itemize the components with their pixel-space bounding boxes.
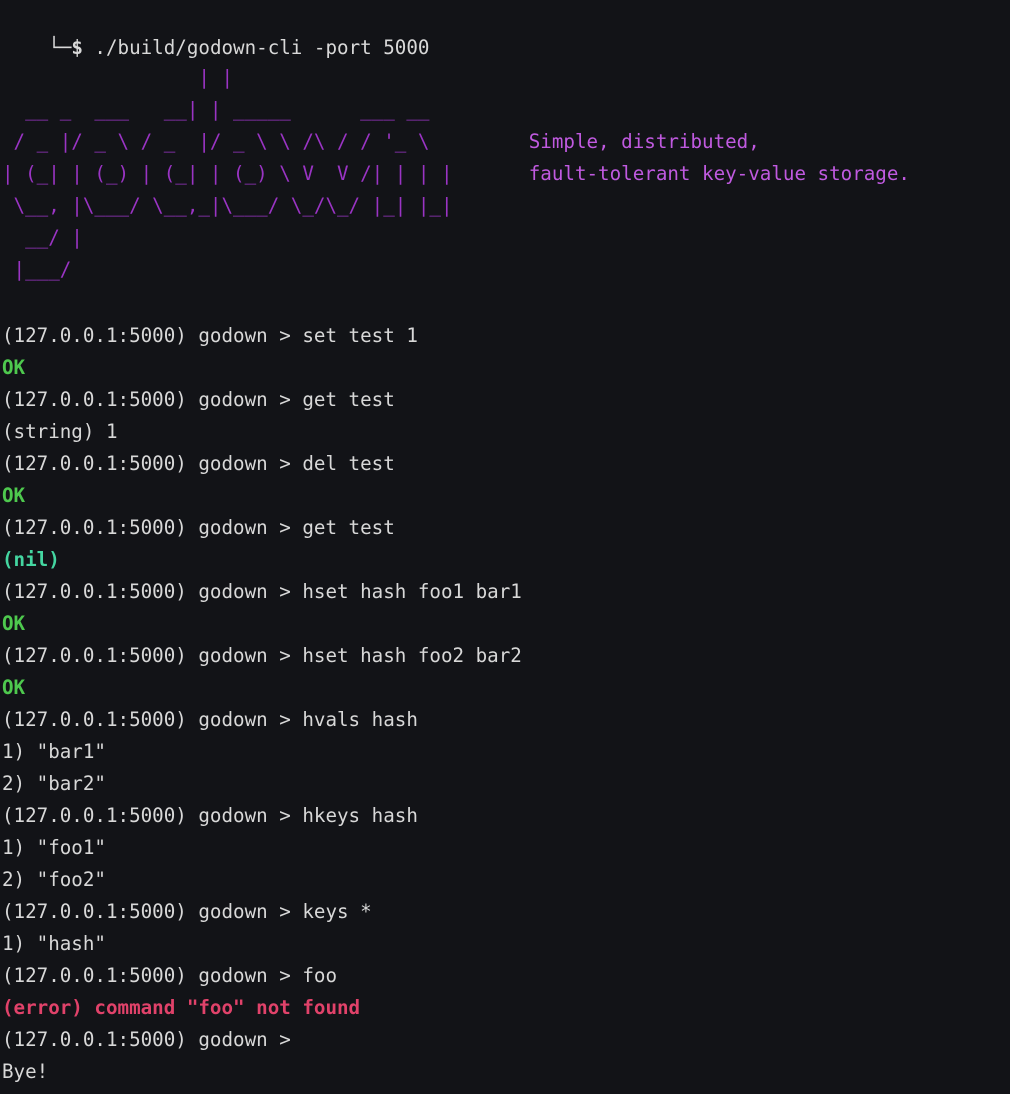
output-line-text: Bye! [2,1060,49,1083]
ok-response-line-text: OK [2,612,26,635]
prompt-line-text: (127.0.0.1:5000) godown > keys * [2,900,372,923]
ok-response-line-text: OK [2,484,26,507]
prompt-line[interactable]: (127.0.0.1:5000) godown > hset hash foo1… [2,576,522,608]
ok-response-line-text: OK [2,356,26,379]
banner-art-row: / _ |/ _ \ / _ |/ _ \ \ /\ / / '_ \ Simpl… [2,126,760,158]
banner-tagline-line: Simple, distributed, [528,130,760,153]
prompt-line[interactable]: (127.0.0.1:5000) godown > hset hash foo2… [2,640,522,672]
banner-art-row: __/ | [2,222,453,254]
prompt-line-text: (127.0.0.1:5000) godown > del test [2,452,395,475]
shell-command-text: ./build/godown-cli -port 5000 [82,36,430,59]
output-line-text: 1) "bar1" [2,740,106,763]
terminal-window[interactable]: └─$ ./build/godown-cli -port 5000 | | __… [0,0,1010,1094]
ok-response-line-text: OK [2,676,26,699]
output-line: 2) "foo2" [2,864,522,896]
banner-art-row: |___/ [2,254,453,286]
ascii-art-banner: | | __ _ ___ __| | _____ ___ __ / _ |/ _… [2,62,910,286]
shell-command-line: └─$ ./build/godown-cli -port 5000 [2,0,429,59]
prompt-line-text: (127.0.0.1:5000) godown > set test 1 [2,324,418,347]
banner-art-row: | (_| | (_) | (_| | (_) \ V V /| | | | fa… [2,158,910,190]
error-response-line-text: (error) command "foo" not found [2,996,361,1019]
prompt-line[interactable]: (127.0.0.1:5000) godown > foo [2,960,522,992]
prompt-line[interactable]: (127.0.0.1:5000) godown > set test 1 [2,320,522,352]
output-line-text: 2) "foo2" [2,868,106,891]
banner-art-text: __ _ ___ __| | _____ ___ __ [2,98,430,121]
banner-art-text: |___/ [2,258,72,281]
prompt-line-text: (127.0.0.1:5000) godown > get test [2,516,395,539]
prompt-line-text: (127.0.0.1:5000) godown > foo [2,964,338,987]
banner-art-text: \__, |\___/ \__,_|\___/ \_/\_/ |_| |_| [2,194,453,217]
output-line: (string) 1 [2,416,522,448]
prompt-line[interactable]: (127.0.0.1:5000) godown > get test [2,384,522,416]
banner-art-row: \__, |\___/ \__,_|\___/ \_/\_/ |_| |_| [2,190,453,222]
prompt-line-text: (127.0.0.1:5000) godown > [2,1028,303,1051]
ok-response-line: OK [2,352,522,384]
output-line: 1) "bar1" [2,736,522,768]
output-line: Bye! [2,1056,522,1088]
error-response-line: (error) command "foo" not found [2,992,522,1024]
output-line-text: (string) 1 [2,420,118,443]
output-line-text: 1) "hash" [2,932,106,955]
output-line: 1) "foo1" [2,832,522,864]
prompt-line[interactable]: (127.0.0.1:5000) godown > hkeys hash [2,800,522,832]
ok-response-line: OK [2,480,522,512]
prompt-line-text: (127.0.0.1:5000) godown > hkeys hash [2,804,418,827]
output-line-text: 1) "foo1" [2,836,106,859]
prompt-line-text: (127.0.0.1:5000) godown > hvals hash [2,708,418,731]
nil-response-line-text: (nil) [2,548,60,571]
prompt-line[interactable]: (127.0.0.1:5000) godown > hvals hash [2,704,522,736]
banner-art-text: | | [2,66,234,89]
banner-art-row: __ _ ___ __| | _____ ___ __ [2,94,453,126]
banner-tagline-line: fault-tolerant key-value storage. [528,162,910,185]
banner-art-text: __/ | [2,226,83,249]
session-transcript: (127.0.0.1:5000) godown > set test 1 OK (1… [2,320,522,1088]
prompt-line[interactable]: (127.0.0.1:5000) godown > [2,1024,522,1056]
prompt-line[interactable]: (127.0.0.1:5000) godown > get test [2,512,522,544]
output-line: 1) "hash" [2,928,522,960]
prompt-line-text: (127.0.0.1:5000) godown > get test [2,388,395,411]
banner-art-text: / _ |/ _ \ / _ |/ _ \ \ /\ / / '_ \ [2,130,430,153]
prompt-line[interactable]: (127.0.0.1:5000) godown > del test [2,448,522,480]
nil-response-line: (nil) [2,544,522,576]
prompt-line-text: (127.0.0.1:5000) godown > hset hash foo2… [2,644,522,667]
shell-prompt-symbol: └─$ [48,36,83,59]
prompt-line-text: (127.0.0.1:5000) godown > hset hash foo1… [2,580,522,603]
banner-art-text: | (_| | (_) | (_| | (_) \ V V /| | | | [2,162,453,185]
banner-art-row: | | [2,62,453,94]
ok-response-line: OK [2,608,522,640]
ok-response-line: OK [2,672,522,704]
output-line-text: 2) "bar2" [2,772,106,795]
prompt-line[interactable]: (127.0.0.1:5000) godown > keys * [2,896,522,928]
output-line: 2) "bar2" [2,768,522,800]
